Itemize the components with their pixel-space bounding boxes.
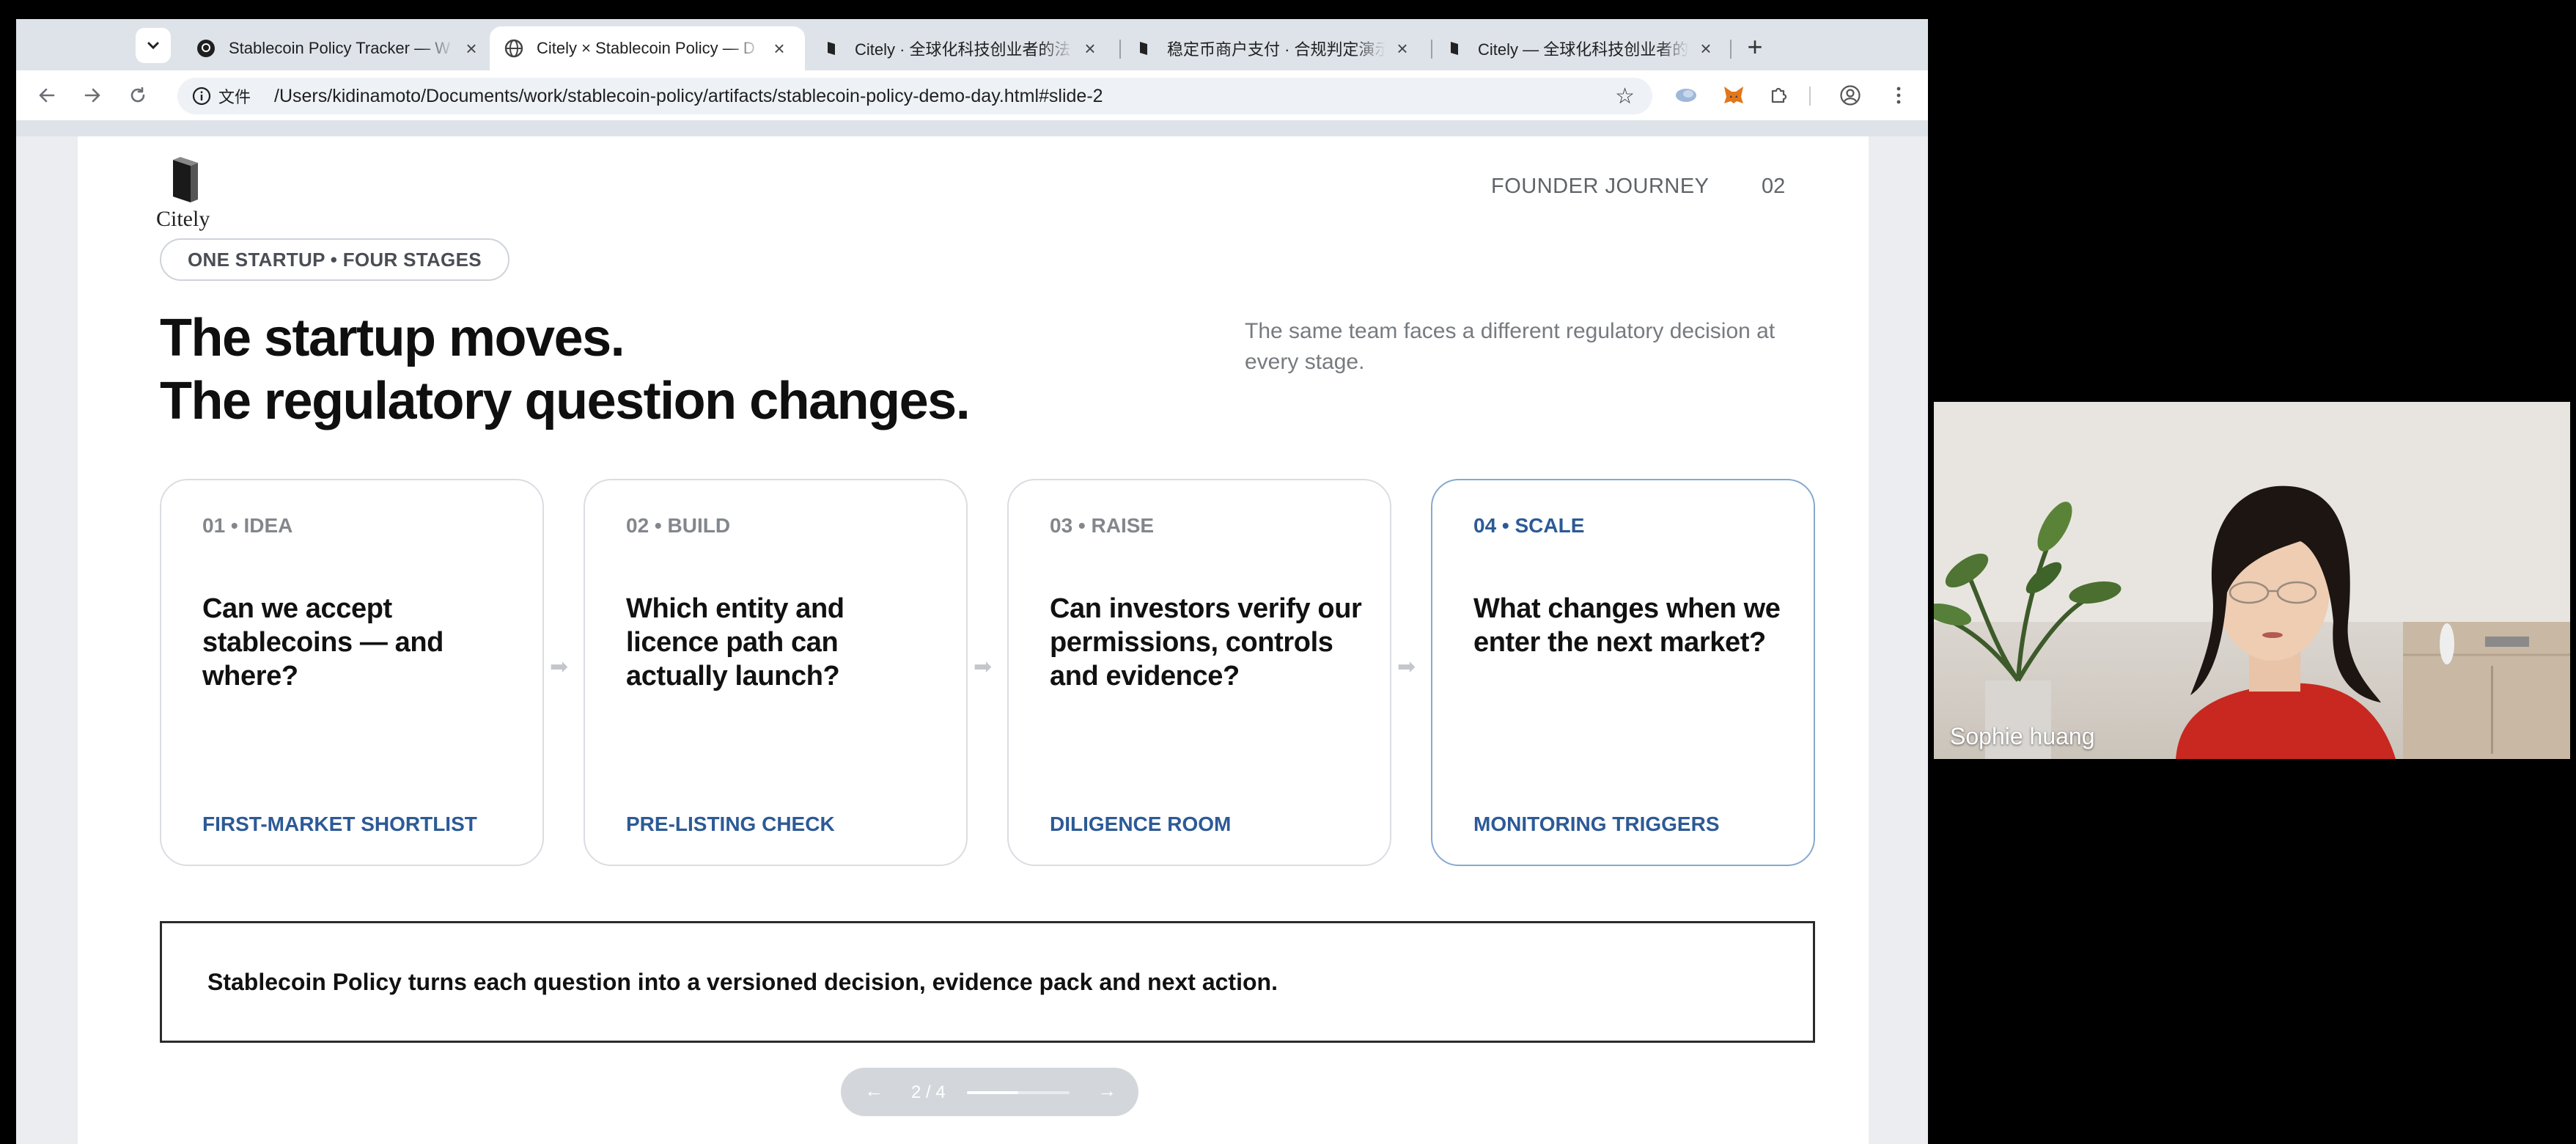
stage-card-build: 02 • BUILD Which entity and licence path…: [584, 479, 968, 866]
web-page: Citely FOUNDER JOURNEY 02 ONE STARTUP • …: [16, 136, 1928, 1144]
forward-button[interactable]: [78, 81, 107, 110]
browser-menu-icon[interactable]: [1885, 82, 1912, 109]
metamask-fox-icon[interactable]: [1721, 82, 1747, 109]
tab-search-button[interactable]: [136, 28, 171, 63]
slide-headline: The startup moves. The regulatory questi…: [160, 307, 971, 433]
prev-slide-button[interactable]: ←: [864, 1079, 883, 1102]
arrow-right-icon: [84, 88, 100, 103]
card-stage: 04 • SCALE: [1473, 514, 1585, 537]
tab-strip: Stablecoin Policy Tracker — W × Citely ×…: [16, 19, 1928, 70]
slide-page-number: 02: [1762, 175, 1786, 198]
summary-callout: Stablecoin Policy turns each question in…: [160, 921, 1815, 1043]
headline-line: The startup moves.: [160, 309, 625, 367]
tab-title: 稳定币商户支付 · 合规判定演示: [1167, 40, 1385, 59]
extensions-puzzle-icon[interactable]: [1765, 82, 1792, 109]
new-tab-button[interactable]: +: [1739, 31, 1771, 63]
slide-progress-fill: [967, 1091, 1018, 1094]
tab-title: Citely × Stablecoin Policy — D: [537, 39, 755, 57]
citely-logo-icon: [1446, 39, 1465, 58]
tab-separator: [1730, 40, 1732, 59]
address-bar[interactable]: 文件 /Users/kidinamoto/Documents/work/stab…: [177, 78, 1652, 114]
tab-citely-stablecoin-policy[interactable]: Citely × Stablecoin Policy — D ×: [490, 26, 805, 70]
card-stage: 01 • IDEA: [202, 514, 293, 537]
stage-card-scale: 04 • SCALE What changes when we enter th…: [1431, 479, 1815, 866]
slide-counter: 2 / 4: [911, 1082, 946, 1102]
tab-title: Citely — 全球化科技创业者的法: [1478, 40, 1689, 59]
stage-card-raise: 03 • RAISE Can investors verify our perm…: [1007, 479, 1391, 866]
card-deliverable: PRE-LISTING CHECK: [626, 813, 835, 835]
citely-logo-icon: [823, 39, 842, 58]
headline-line: The regulatory question changes.: [160, 372, 971, 430]
citely-logo-icon: [1135, 39, 1154, 58]
card-deliverable: MONITORING TRIGGERS: [1473, 813, 1720, 835]
slide-subhead: The same team faces a different regulato…: [1245, 319, 1775, 374]
close-icon[interactable]: ×: [1079, 37, 1101, 60]
arrow-right-icon: ➡: [550, 655, 569, 679]
card-stage: 02 • BUILD: [626, 514, 731, 537]
tab-title: Citely · 全球化科技创业者的法: [855, 40, 1071, 59]
card-question: Can we accept stablecoins — and where?: [202, 593, 444, 692]
site-info-label: 文件: [218, 88, 251, 106]
site-info-button[interactable]: 文件: [192, 84, 274, 108]
profile-avatar-icon[interactable]: [1837, 82, 1863, 109]
slide-progress-bar: [967, 1091, 1070, 1094]
next-slide-button[interactable]: →: [1097, 1079, 1116, 1102]
card-question: Which entity and licence path can actual…: [626, 593, 844, 692]
globe-icon: [504, 39, 523, 58]
tab-title: Stablecoin Policy Tracker — W: [229, 39, 450, 57]
participant-name: Sophie huang: [1950, 723, 2095, 749]
tab-citely-chinese-1[interactable]: Citely · 全球化科技创业者的法 ×: [808, 26, 1116, 70]
tab-citely-chinese-2[interactable]: Citely — 全球化科技创业者的法 ×: [1431, 26, 1732, 70]
browser-toolbar: 文件 /Users/kidinamoto/Documents/work/stab…: [16, 70, 1928, 120]
tab-stablecoin-policy-tracker[interactable]: Stablecoin Policy Tracker — W ×: [182, 26, 497, 70]
info-icon: [192, 87, 211, 106]
participant-video-feed: [1934, 402, 2570, 759]
stage-pill: ONE STARTUP • FOUR STAGES: [160, 238, 509, 281]
close-icon[interactable]: ×: [1391, 37, 1413, 60]
logo-text: Citely: [156, 207, 210, 231]
chevron-down-icon: [147, 42, 159, 50]
reload-button[interactable]: [123, 81, 152, 110]
close-icon[interactable]: ×: [768, 37, 790, 60]
arrow-right-icon: ➡: [1397, 655, 1416, 679]
browser-window: Stablecoin Policy Tracker — W × Citely ×…: [16, 19, 1928, 1144]
back-button[interactable]: [32, 81, 62, 110]
card-deliverable: DILIGENCE ROOM: [1050, 813, 1232, 835]
extension-icon[interactable]: [1673, 82, 1699, 109]
section-label: FOUNDER JOURNEY: [1491, 175, 1710, 198]
arrow-left-icon: [39, 88, 55, 103]
arrow-right-icon: ➡: [974, 655, 993, 679]
close-icon[interactable]: ×: [1695, 37, 1717, 60]
slide: Citely FOUNDER JOURNEY 02 ONE STARTUP • …: [78, 136, 1869, 1144]
card-deliverable: FIRST-MARKET SHORTLIST: [202, 813, 477, 835]
slide-pager: ← 2 / 4 →: [841, 1068, 1138, 1116]
stage-card-idea: 01 • IDEA Can we accept stablecoins — an…: [160, 479, 544, 866]
card-stage: 03 • RAISE: [1050, 514, 1155, 537]
participant-video-tile[interactable]: Sophie huang: [1934, 402, 2570, 759]
card-question: Can investors verify our permissions, co…: [1050, 593, 1362, 692]
toolbar-divider: [1809, 87, 1811, 106]
bookmark-star-icon[interactable]: ☆: [1615, 84, 1635, 109]
address-url[interactable]: /Users/kidinamoto/Documents/work/stablec…: [274, 86, 1103, 107]
close-icon[interactable]: ×: [460, 37, 482, 60]
reload-icon: [130, 87, 145, 103]
citely-logo-icon: [166, 155, 204, 210]
tab-stablecoin-merchant-payment[interactable]: 稳定币商户支付 · 合规判定演示 ×: [1120, 26, 1428, 70]
card-question: What changes when we enter the next mark…: [1473, 593, 1781, 658]
github-icon: [196, 39, 216, 58]
